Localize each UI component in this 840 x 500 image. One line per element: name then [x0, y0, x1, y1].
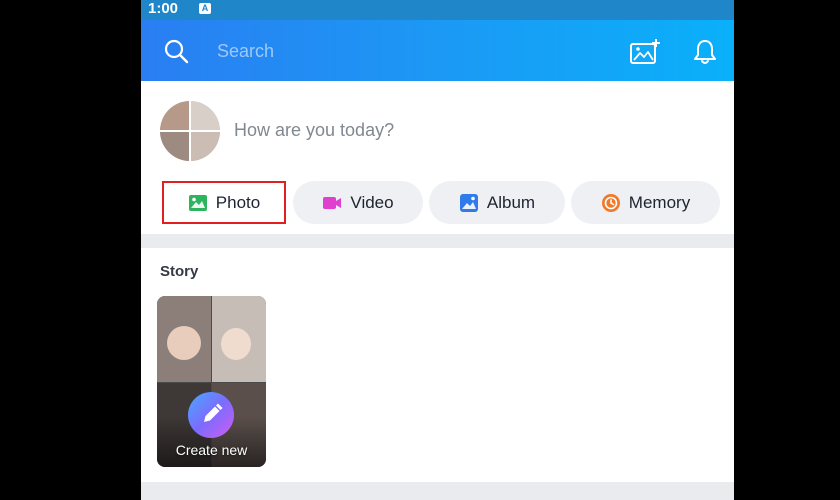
- video-button[interactable]: Video: [293, 181, 423, 224]
- video-icon: [323, 196, 342, 209]
- album-button-label: Album: [486, 192, 536, 212]
- app-screen: 1:00 A Search How are you today? Photo V…: [141, 0, 734, 500]
- avatar-tile: [190, 131, 220, 161]
- app-header: Search: [141, 20, 734, 81]
- story-photo-face: [221, 328, 251, 360]
- search-icon[interactable]: [163, 38, 189, 64]
- avatar-tile: [160, 101, 190, 131]
- status-bar: 1:00 A: [141, 0, 734, 20]
- avatar-tile: [160, 131, 190, 161]
- photo-button-label: Photo: [215, 192, 261, 212]
- avatar[interactable]: [160, 101, 220, 161]
- photo-button[interactable]: Photo: [162, 181, 286, 224]
- story-photo-face: [167, 326, 201, 360]
- bell-icon[interactable]: [693, 38, 717, 65]
- create-story-card[interactable]: Create new: [157, 296, 266, 467]
- memory-button-label: Memory: [628, 192, 691, 212]
- memory-icon: [601, 193, 620, 212]
- search-input[interactable]: Search: [217, 41, 274, 62]
- notification-icon: A: [199, 3, 211, 14]
- video-button-label: Video: [350, 192, 394, 212]
- status-time: 1:00: [148, 0, 179, 17]
- album-icon: [459, 193, 478, 212]
- album-button[interactable]: Album: [429, 181, 565, 224]
- pencil-icon: [204, 403, 223, 422]
- create-story-button[interactable]: [188, 392, 234, 438]
- composer-input[interactable]: How are you today?: [234, 120, 394, 141]
- create-story-label: Create new: [175, 442, 248, 458]
- avatar-tile: [190, 101, 220, 131]
- section-divider: [141, 234, 734, 248]
- section-divider: [141, 482, 734, 500]
- add-photo-icon[interactable]: [629, 38, 661, 66]
- memory-button[interactable]: Memory: [571, 181, 720, 224]
- photo-icon: [188, 194, 207, 211]
- story-section-title: Story: [160, 263, 199, 280]
